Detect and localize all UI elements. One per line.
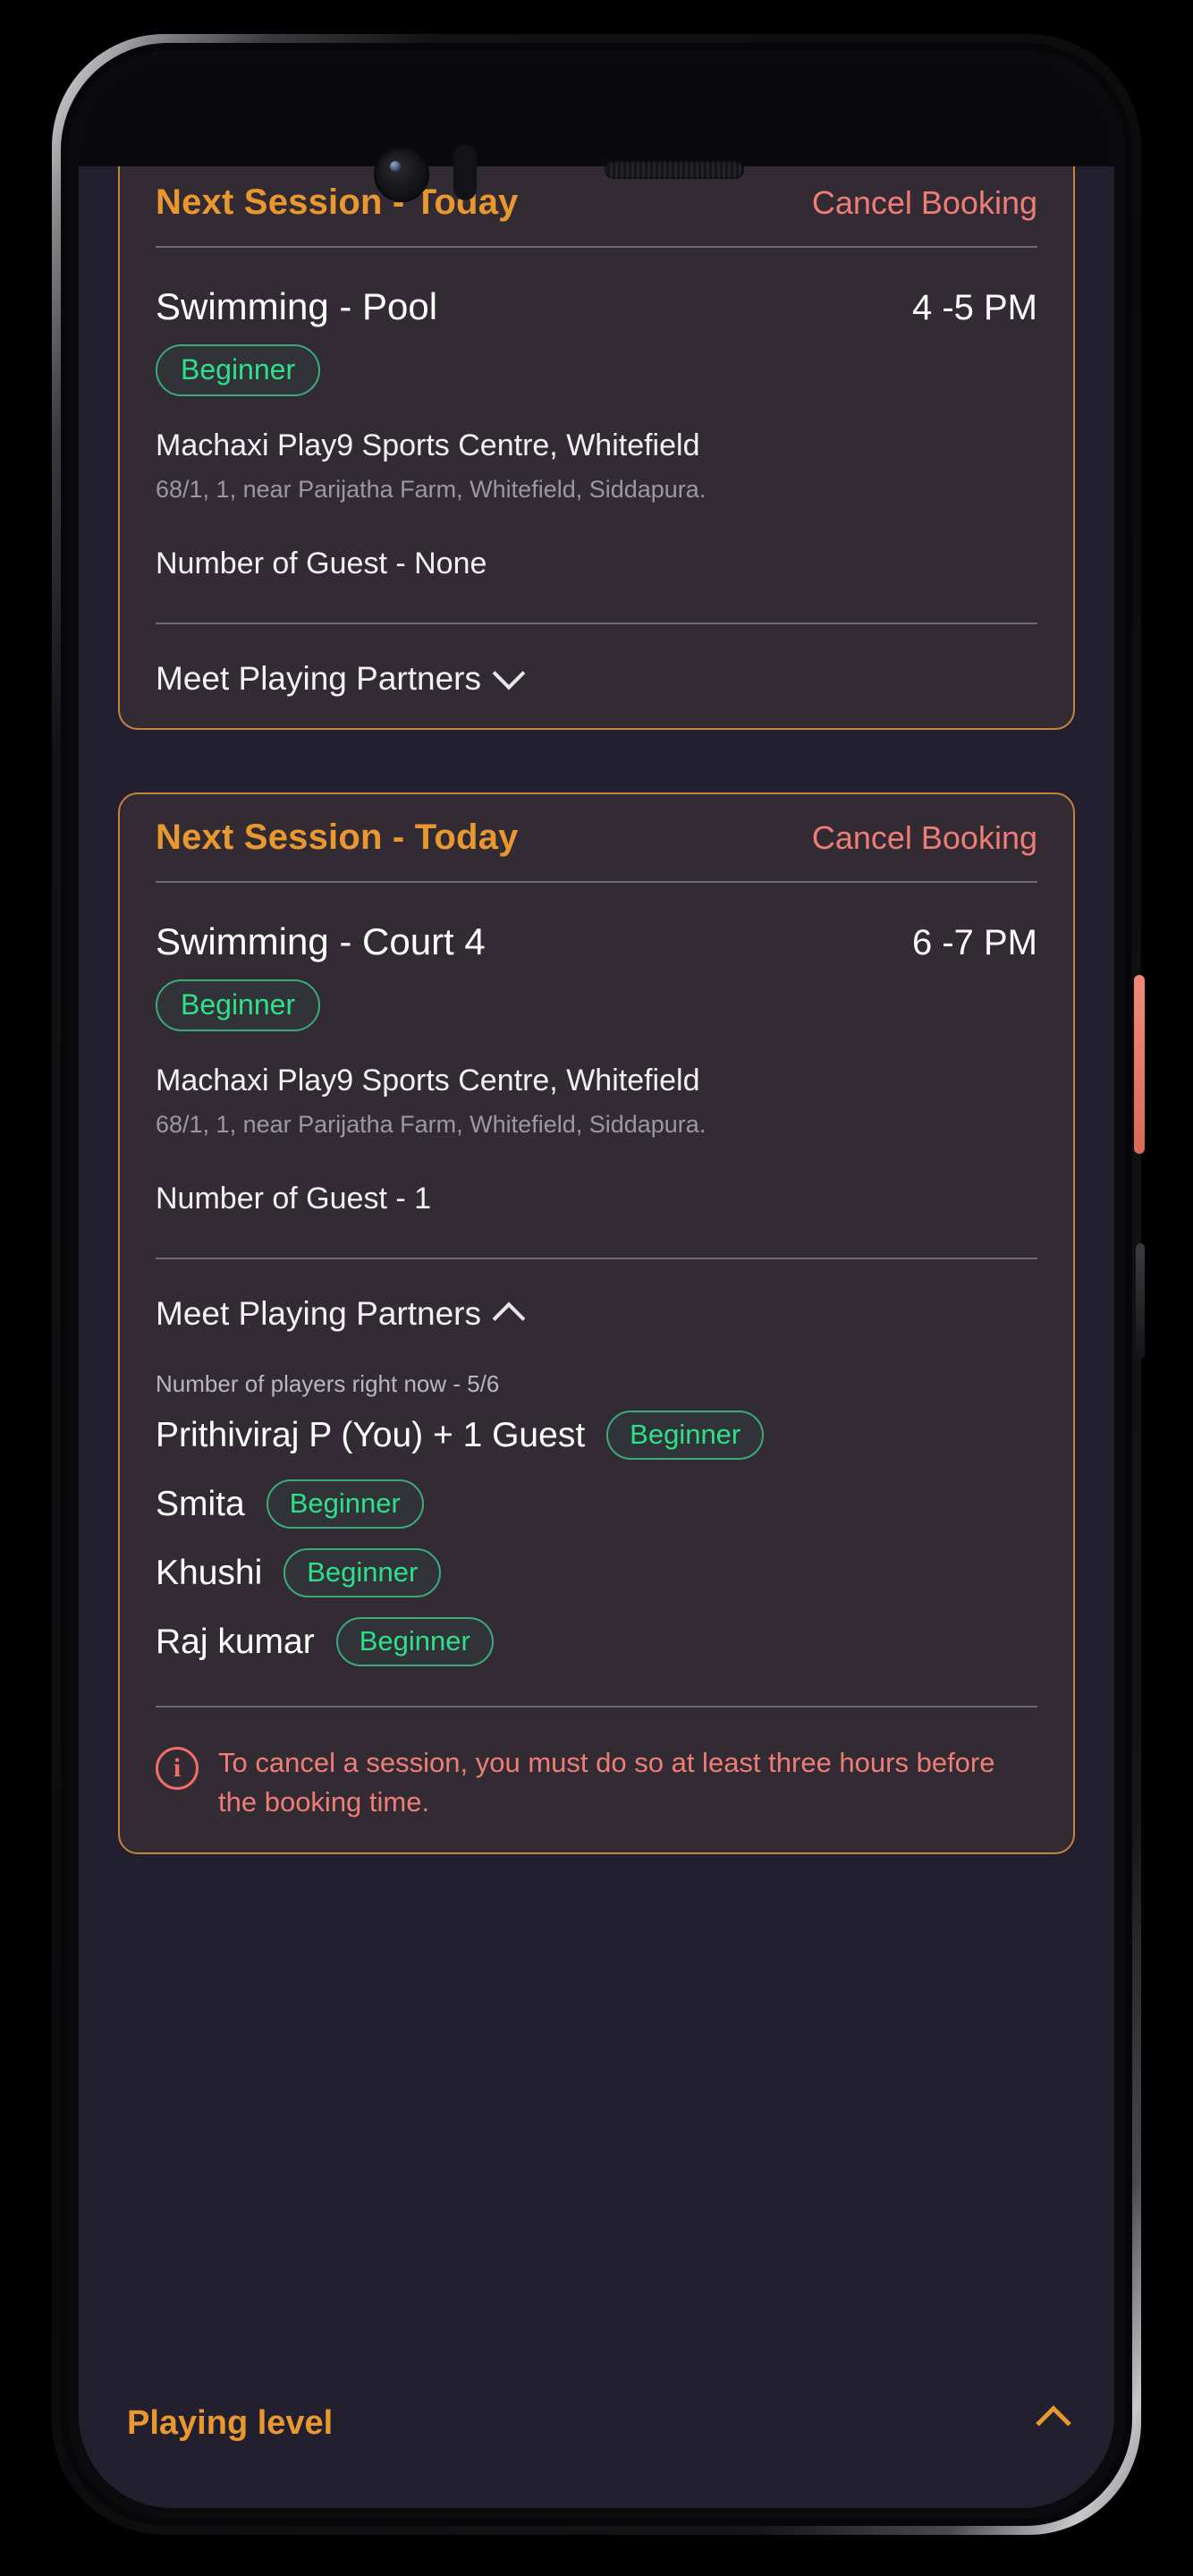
session-card-2-sport-row: Swimming - Court 4 6 -7 PM (156, 920, 1037, 963)
cancellation-notice: i To cancel a session, you must do so at… (156, 1743, 1037, 1822)
player-row[interactable]: Khushi Beginner (156, 1548, 1037, 1597)
session-card-1-time: 4 -5 PM (911, 288, 1037, 327)
session-card-2-time: 6 -7 PM (911, 923, 1037, 962)
session-card-1-level-badge: Beginner (156, 344, 321, 396)
session-card-1[interactable]: Next Session - Today Cancel Booking Swim… (118, 166, 1075, 730)
meet-playing-partners-label-2: Meet Playing Partners (156, 1295, 482, 1332)
session-card-2-title: Next Session - Today (156, 818, 519, 857)
session-card-2-divider-3 (156, 1706, 1037, 1707)
playing-level-sheet[interactable]: Playing level (79, 2374, 1114, 2508)
session-card-1-divider (156, 246, 1037, 248)
session-card-1-header: Next Session - Today Cancel Booking (156, 182, 1037, 223)
meet-playing-partners-label-1: Meet Playing Partners (156, 660, 482, 697)
player-level-badge: Beginner (606, 1411, 765, 1460)
playing-level-title: Playing level (127, 2403, 334, 2442)
app-content: Next Session - Today Cancel Booking Swim… (79, 166, 1114, 2508)
session-card-1-address: 68/1, 1, near Parijatha Farm, Whitefield… (156, 476, 706, 503)
phone-screen: Next Session - Today Cancel Booking Swim… (79, 61, 1114, 2508)
session-card-1-divider-2 (156, 623, 1037, 624)
chevron-up-icon (492, 1301, 526, 1335)
meet-playing-partners-toggle-1[interactable]: Meet Playing Partners (156, 657, 1037, 698)
session-card-2-sport: Swimming - Court 4 (156, 920, 486, 962)
proximity-sensor-icon (453, 145, 477, 200)
player-row[interactable]: Smita Beginner (156, 1479, 1037, 1529)
session-card-1-sport: Swimming - Pool (156, 285, 438, 327)
player-name: Smita (156, 1484, 245, 1523)
front-camera-icon (374, 147, 429, 202)
cancel-booking-link-2[interactable]: Cancel Booking (812, 819, 1037, 857)
player-level-badge: Beginner (283, 1548, 442, 1597)
session-card-2-level-badge: Beginner (156, 979, 321, 1031)
session-card-2-venue: Machaxi Play9 Sports Centre, Whitefield (156, 1063, 700, 1097)
session-card-2-address: 68/1, 1, near Parijatha Farm, Whitefield… (156, 1111, 706, 1138)
session-card-1-sport-row: Swimming - Pool 4 -5 PM (156, 285, 1037, 328)
player-row[interactable]: Prithiviraj P (You) + 1 Guest Beginner (156, 1411, 1037, 1460)
player-name: Khushi (156, 1553, 263, 1592)
session-card-2-header: Next Session - Today Cancel Booking (156, 818, 1037, 858)
players-count-label: Number of players right now - 5/6 (156, 1370, 500, 1397)
meet-playing-partners-toggle-2[interactable]: Meet Playing Partners (156, 1295, 1037, 1335)
player-row[interactable]: Raj kumar Beginner (156, 1617, 1037, 1666)
notch-area (79, 61, 1114, 166)
session-card-1-venue: Machaxi Play9 Sports Centre, Whitefield (156, 428, 700, 462)
screenshot-stage: Next Session - Today Cancel Booking Swim… (0, 0, 1193, 2576)
player-name: Prithiviraj P (You) + 1 Guest (156, 1415, 586, 1454)
info-circle-icon: i (156, 1747, 199, 1790)
session-card-2-divider (156, 881, 1037, 883)
player-level-badge: Beginner (266, 1479, 424, 1529)
sessions-scroll-area[interactable]: Next Session - Today Cancel Booking Swim… (79, 166, 1114, 2410)
front-camera-lens-dot-icon (390, 161, 401, 172)
session-card-1-guests: Number of Guest - None (156, 547, 487, 580)
player-name: Raj kumar (156, 1622, 315, 1661)
cancellation-notice-text: To cancel a session, you must do so at l… (218, 1747, 995, 1818)
chevron-up-icon[interactable] (1036, 2405, 1071, 2441)
power-button[interactable] (1134, 975, 1145, 1154)
players-list: Number of players right now - 5/6 Prithi… (156, 1370, 1037, 1666)
session-card-2-guests: Number of Guest - 1 (156, 1182, 432, 1216)
session-card-2-divider-2 (156, 1258, 1037, 1259)
volume-button[interactable] (1136, 1243, 1145, 1360)
cancel-booking-link-1[interactable]: Cancel Booking (812, 184, 1037, 222)
earpiece-speaker-icon (605, 161, 744, 179)
session-card-2[interactable]: Next Session - Today Cancel Booking Swim… (118, 792, 1075, 1855)
player-level-badge: Beginner (335, 1617, 494, 1666)
chevron-down-icon (492, 657, 526, 691)
